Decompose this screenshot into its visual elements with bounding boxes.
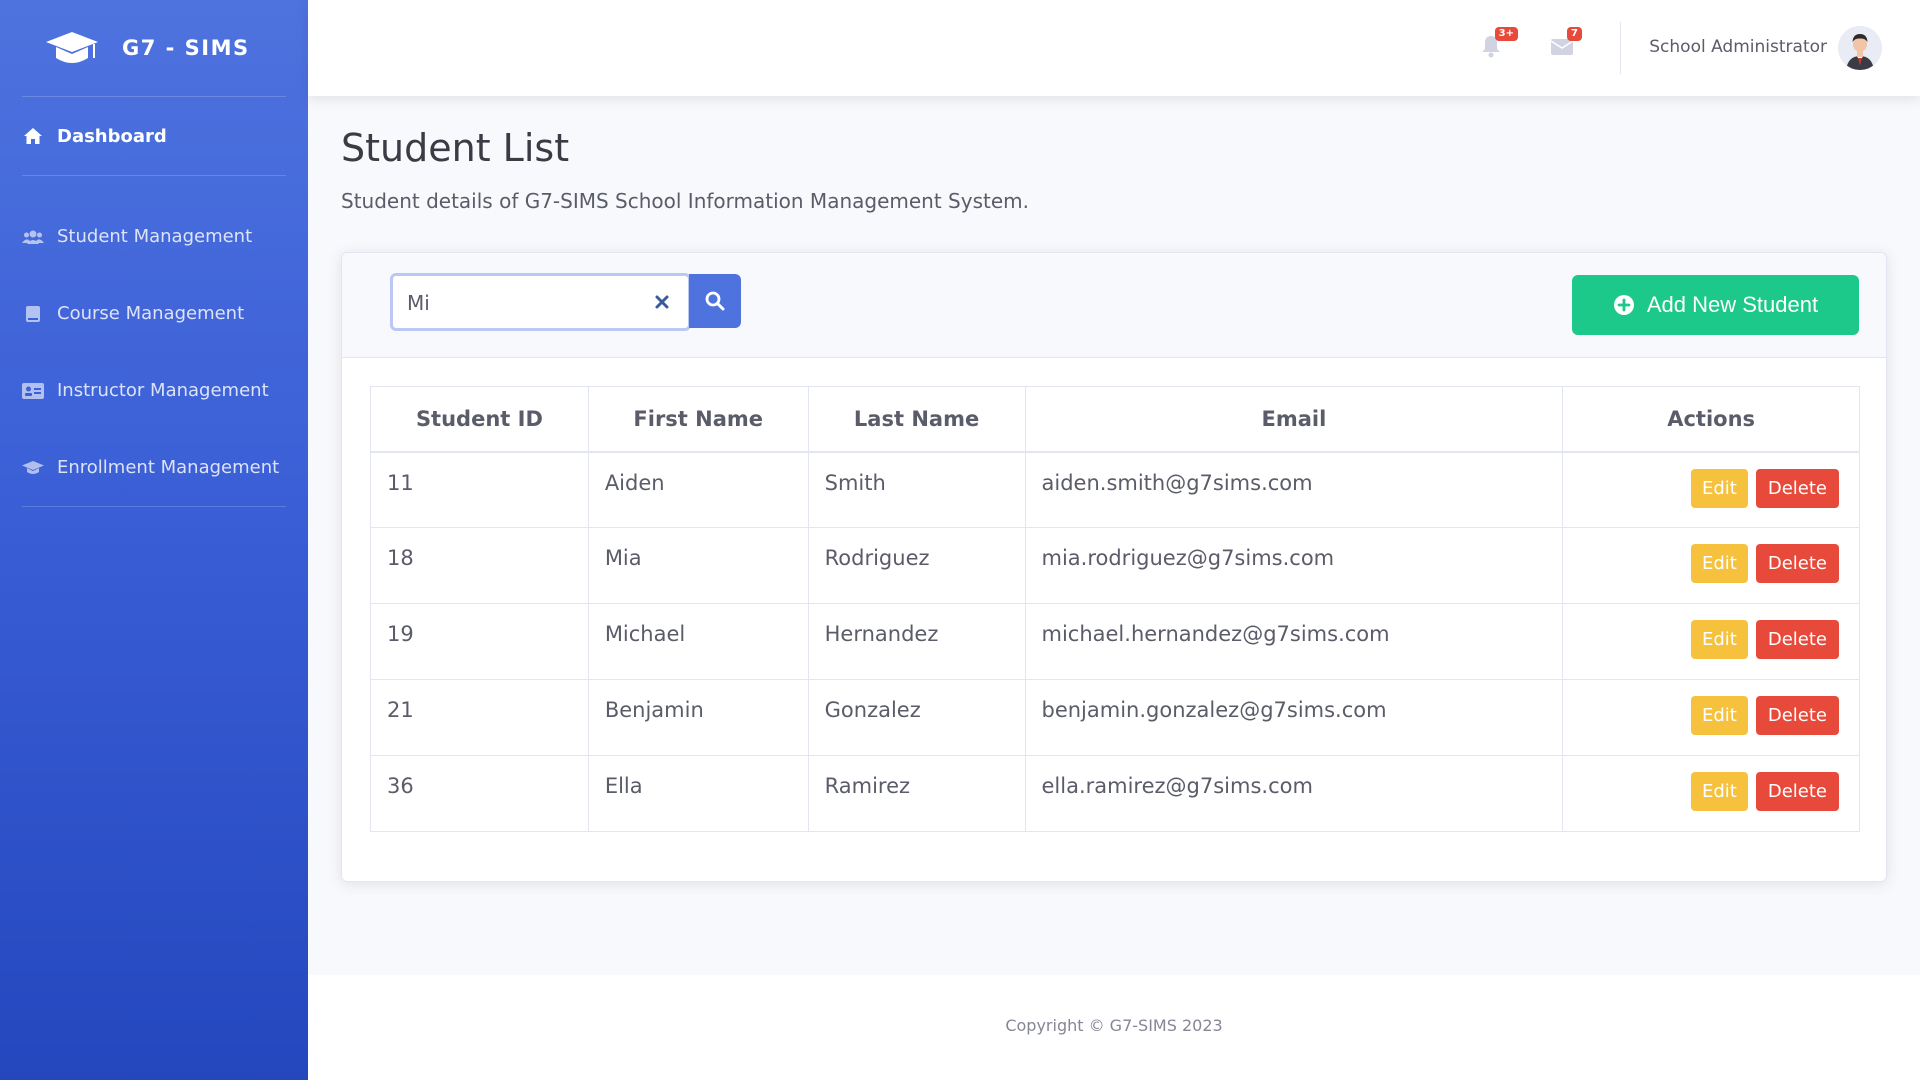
- cell-first-name: Benjamin: [587, 679, 809, 756]
- column-header-first-name: First Name: [587, 386, 809, 453]
- cell-first-name: Mia: [587, 527, 809, 604]
- cell-student-id: 21: [370, 679, 589, 756]
- user-avatar-icon: [1838, 26, 1882, 70]
- add-new-student-button[interactable]: Add New Student: [1572, 275, 1859, 335]
- copyright-text: Copyright © G7-SIMS 2023: [1005, 1016, 1223, 1035]
- cell-student-id: 19: [370, 603, 589, 680]
- search-button[interactable]: [689, 274, 741, 328]
- search-input[interactable]: [407, 288, 627, 318]
- cell-first-name: Ella: [587, 755, 809, 832]
- cell-actions: Edit Delete: [1562, 679, 1860, 756]
- brand-name: G7 - SIMS: [122, 36, 250, 60]
- messages-button[interactable]: 7: [1550, 27, 1582, 58]
- sidebar-item-label: Enrollment Management: [57, 457, 280, 478]
- table-row: 21 Benjamin Gonzalez benjamin.gonzalez@g…: [370, 679, 1860, 756]
- footer: Copyright © G7-SIMS 2023: [308, 975, 1920, 1080]
- book-icon: [22, 305, 44, 323]
- table-header-row: Student ID First Name Last Name Email Ac…: [370, 386, 1860, 453]
- cell-student-id: 18: [370, 527, 589, 604]
- add-new-student-label: Add New Student: [1646, 292, 1819, 317]
- table-row: 11 Aiden Smith aiden.smith@g7sims.com Ed…: [370, 451, 1860, 528]
- sidebar-item-student-management[interactable]: Student Management: [0, 198, 308, 275]
- card-header: Add New Student: [342, 253, 1886, 358]
- cell-email: benjamin.gonzalez@g7sims.com: [1024, 679, 1564, 756]
- search-box: [390, 273, 691, 331]
- sidebar-divider: [22, 175, 286, 176]
- sidebar-item-course-management[interactable]: Course Management: [0, 275, 308, 352]
- delete-button[interactable]: Delete: [1755, 696, 1839, 735]
- page-title: Student List: [341, 126, 570, 170]
- clear-icon[interactable]: [652, 292, 672, 312]
- cell-email: ella.ramirez@g7sims.com: [1024, 755, 1564, 832]
- edit-button[interactable]: Edit: [1690, 544, 1748, 583]
- cell-last-name: Gonzalez: [807, 679, 1026, 756]
- delete-button[interactable]: Delete: [1755, 620, 1839, 659]
- column-header-actions: Actions: [1562, 386, 1860, 453]
- cell-first-name: Michael: [587, 603, 809, 680]
- messages-badge: 7: [1567, 27, 1582, 41]
- sidebar-item-dashboard[interactable]: Dashboard: [0, 97, 308, 175]
- alerts-badge: 3+: [1494, 27, 1518, 41]
- cell-student-id: 11: [370, 451, 589, 528]
- avatar[interactable]: [1838, 26, 1882, 70]
- cell-actions: Edit Delete: [1562, 603, 1860, 680]
- topbar: 3+ 7 School Administrator: [308, 0, 1920, 96]
- cell-last-name: Rodriguez: [807, 527, 1026, 604]
- edit-button[interactable]: Edit: [1690, 468, 1748, 508]
- table-row: 18 Mia Rodriguez mia.rodriguez@g7sims.co…: [370, 527, 1860, 604]
- graduation-cap-icon: [46, 32, 98, 63]
- search-icon: [705, 291, 725, 311]
- cell-actions: Edit Delete: [1562, 527, 1860, 604]
- delete-button[interactable]: Delete: [1755, 468, 1839, 508]
- sidebar-divider: [22, 506, 286, 507]
- id-card-icon: [22, 382, 44, 400]
- brand[interactable]: G7 - SIMS: [0, 0, 308, 96]
- table-row: 19 Michael Hernandez michael.hernandez@g…: [370, 603, 1860, 680]
- user-name[interactable]: School Administrator: [1649, 37, 1827, 57]
- graduation-cap-icon: [22, 459, 44, 477]
- sidebar-item-label: Course Management: [57, 303, 245, 324]
- users-icon: [22, 228, 44, 246]
- sidebar-item-label: Student Management: [57, 226, 253, 247]
- cell-email: mia.rodriguez@g7sims.com: [1024, 527, 1564, 604]
- page-subtitle: Student details of G7-SIMS School Inform…: [341, 189, 1029, 213]
- cell-email: aiden.smith@g7sims.com: [1024, 451, 1564, 528]
- delete-button[interactable]: Delete: [1755, 772, 1839, 811]
- edit-button[interactable]: Edit: [1690, 620, 1748, 659]
- alerts-button[interactable]: 3+: [1480, 27, 1518, 58]
- sidebar: G7 - SIMS Dashboard Student Management C…: [0, 0, 308, 1080]
- column-header-email: Email: [1024, 386, 1564, 453]
- cell-last-name: Smith: [807, 451, 1026, 528]
- student-table: Student ID First Name Last Name Email Ac…: [370, 386, 1860, 832]
- plus-circle-icon: [1613, 295, 1634, 315]
- cell-actions: Edit Delete: [1562, 451, 1860, 528]
- cell-first-name: Aiden: [587, 451, 809, 528]
- column-header-last-name: Last Name: [807, 386, 1026, 453]
- sidebar-item-label: Instructor Management: [57, 380, 269, 401]
- edit-button[interactable]: Edit: [1690, 772, 1748, 811]
- cell-actions: Edit Delete: [1562, 755, 1860, 832]
- cell-last-name: Ramirez: [807, 755, 1026, 832]
- edit-button[interactable]: Edit: [1690, 696, 1748, 735]
- sidebar-item-label: Dashboard: [57, 125, 167, 147]
- sidebar-item-enrollment-management[interactable]: Enrollment Management: [0, 429, 308, 506]
- cell-last-name: Hernandez: [807, 603, 1026, 680]
- student-list-card: Add New Student Student ID First Name La…: [341, 252, 1887, 882]
- cell-email: michael.hernandez@g7sims.com: [1024, 603, 1564, 680]
- home-icon: [22, 127, 44, 145]
- column-header-student-id: Student ID: [370, 386, 589, 453]
- sidebar-item-instructor-management[interactable]: Instructor Management: [0, 352, 308, 429]
- table-row: 36 Ella Ramirez ella.ramirez@g7sims.com …: [370, 755, 1860, 832]
- cell-student-id: 36: [370, 755, 589, 832]
- delete-button[interactable]: Delete: [1755, 544, 1839, 583]
- topbar-divider: [1620, 22, 1621, 74]
